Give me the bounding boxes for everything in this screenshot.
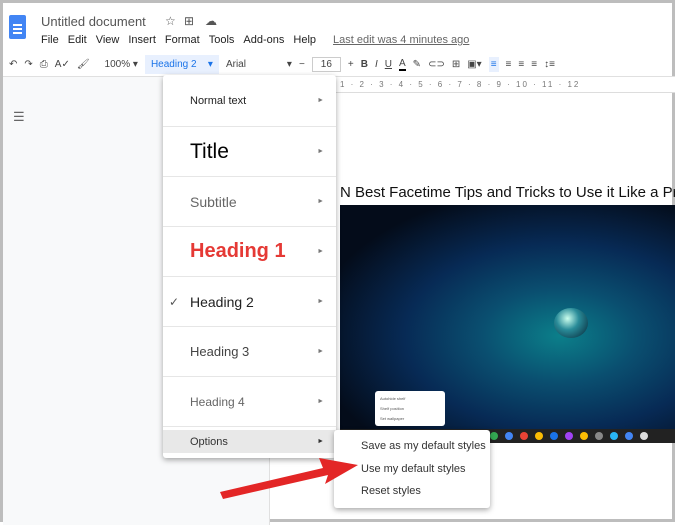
red-arrow-annotation <box>220 458 358 499</box>
